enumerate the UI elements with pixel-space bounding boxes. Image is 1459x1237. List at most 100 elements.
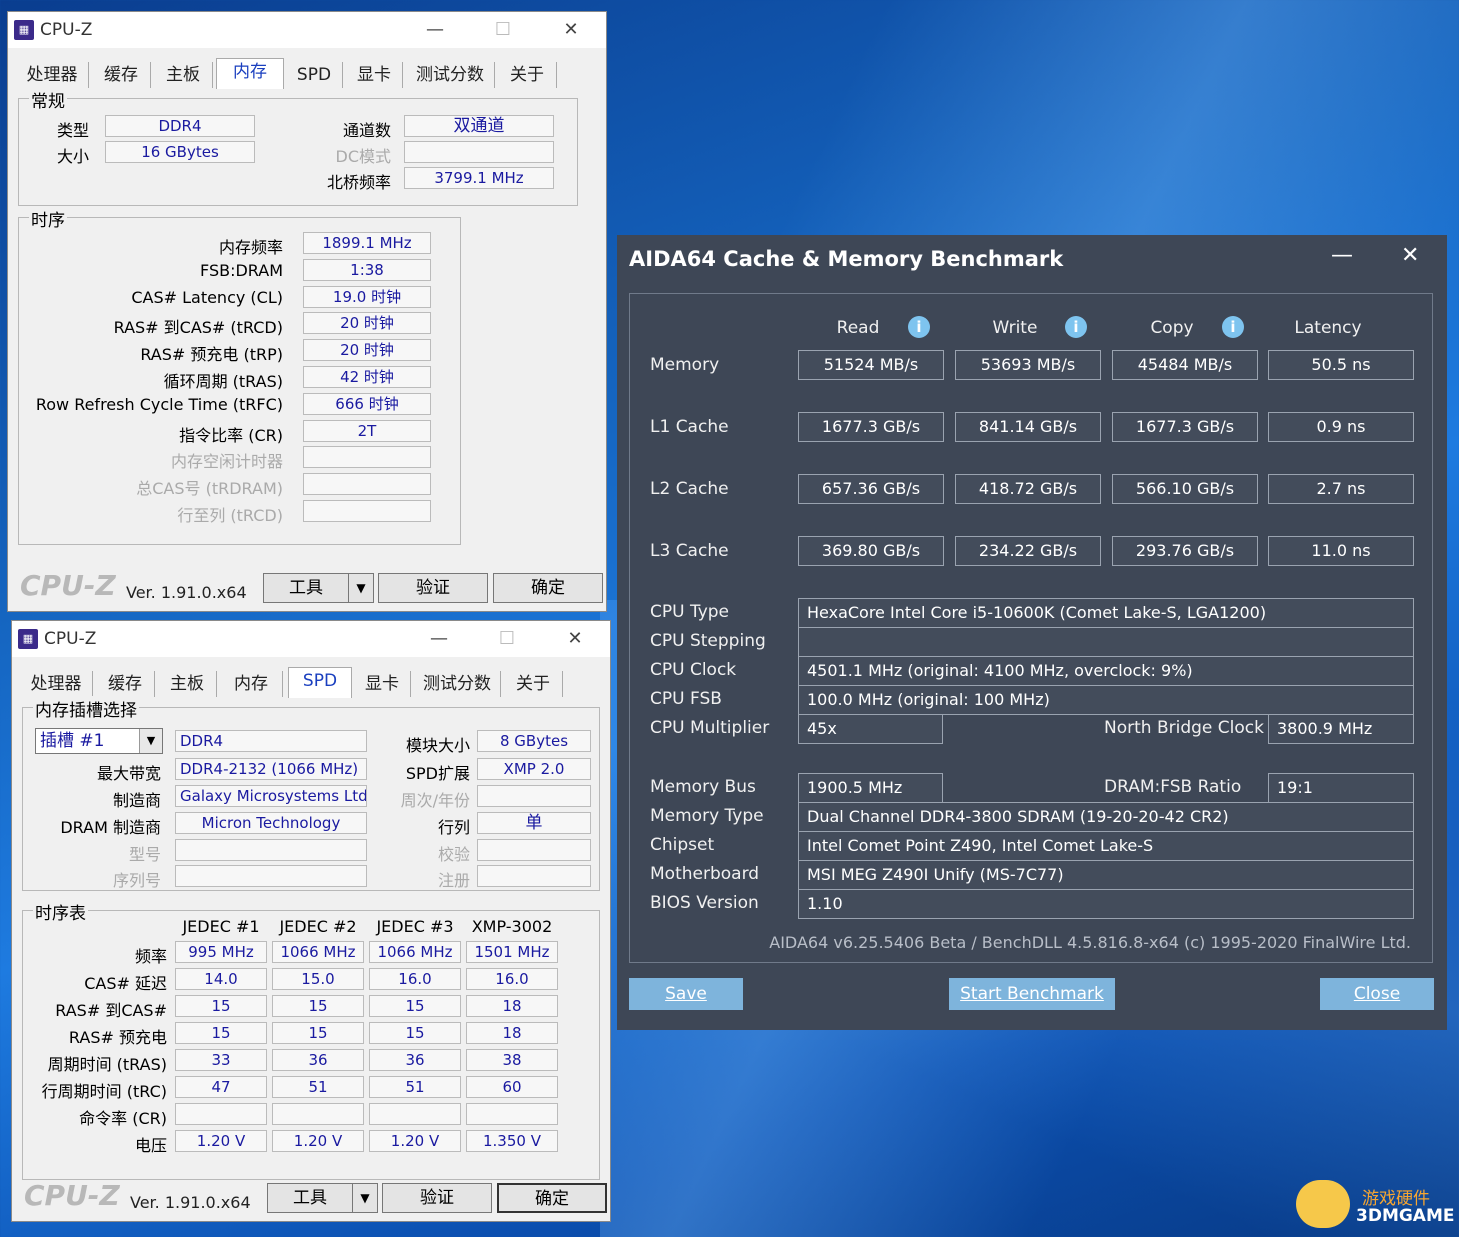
tab-spd[interactable]: SPD [288, 667, 352, 698]
timing-cell: 15 [369, 995, 461, 1017]
bench-value: 369.80 GB/s [798, 536, 944, 566]
correction-value [477, 839, 591, 861]
cpu-fsb-label: CPU FSB [650, 689, 722, 709]
info-icon[interactable]: i [908, 316, 930, 338]
tab-memory[interactable]: 内存 [220, 671, 283, 697]
info-icon[interactable]: i [1065, 316, 1087, 338]
minimize-button[interactable]: — [1331, 243, 1353, 268]
ranks-value: 单 [477, 812, 591, 834]
maximize-button[interactable]: ☐ [480, 16, 526, 44]
tools-button[interactable]: 工具 [267, 1183, 353, 1213]
cpuz-logo: CPU-Z [24, 1179, 120, 1212]
timing-label: RAS# 到CAS# (tRCD) [113, 318, 283, 338]
timing-cell: 15 [369, 1022, 461, 1044]
cpu-type-label: CPU Type [650, 602, 730, 622]
bench-value: 50.5 ns [1268, 350, 1414, 380]
tab-graphics[interactable]: 显卡 [354, 671, 411, 697]
cpu-clock-value: 4501.1 MHz (original: 4100 MHz, overcloc… [798, 656, 1414, 686]
minimize-button[interactable]: — [416, 625, 462, 653]
timing-cell: 15.0 [272, 968, 364, 990]
cpu-fsb-value: 100.0 MHz (original: 100 MHz) [798, 685, 1414, 715]
title-bar[interactable]: ▦ CPU-Z — ☐ ✕ [12, 621, 610, 657]
manufacturer-label: 制造商 [112, 791, 161, 810]
bench-value: 53693 MB/s [955, 350, 1101, 380]
timing-cell: 1066 MHz [272, 941, 364, 963]
slot-panel: 内存插槽选择 插槽 #1 ▼ DDR4 模块大小 8 GBytes 最大带宽 D… [22, 696, 600, 891]
timing-cell: 1501 MHz [466, 941, 558, 963]
validate-button[interactable]: 验证 [382, 1183, 492, 1213]
week-year-label: 周次/年份 [400, 791, 470, 810]
slot-select[interactable]: 插槽 #1 ▼ [35, 728, 163, 754]
timing-cell: 15 [175, 995, 267, 1017]
timing-value: 666 时钟 [303, 392, 431, 415]
close-button[interactable]: ✕ [1401, 243, 1419, 268]
timing-cell: 1.20 V [272, 1130, 364, 1152]
ok-button[interactable]: 确定 [497, 1183, 607, 1213]
general-title: 常规 [29, 87, 67, 112]
type-value: DDR4 [105, 115, 255, 137]
timing-cell: 18 [466, 995, 558, 1017]
timing-cell: 47 [175, 1076, 267, 1098]
tab-memory[interactable]: 内存 [216, 58, 284, 89]
timing-row-label: RAS# 预充电 [68, 1028, 167, 1047]
registered-label: 注册 [437, 871, 470, 890]
tab-cache[interactable]: 缓存 [92, 62, 151, 88]
timing-cell: 38 [466, 1049, 558, 1071]
info-icon[interactable]: i [1222, 316, 1244, 338]
tab-about[interactable]: 关于 [498, 62, 557, 88]
timing-cell: 1066 MHz [369, 941, 461, 963]
nb-clock-label: North Bridge Clock [1104, 718, 1264, 738]
maximize-button[interactable]: ☐ [484, 625, 530, 653]
tools-dropdown-icon[interactable]: ▼ [352, 1183, 378, 1213]
window-title: AIDA64 Cache & Memory Benchmark [629, 247, 1064, 271]
tab-graphics[interactable]: 显卡 [346, 62, 403, 88]
column-header-3: Latency [1294, 318, 1362, 338]
bench-value: 418.72 GB/s [955, 474, 1101, 504]
timing-label: Row Refresh Cycle Time (tRFC) [35, 394, 283, 414]
tab-mainboard[interactable]: 主板 [158, 671, 217, 697]
close-button[interactable]: ✕ [548, 16, 594, 44]
timing-cell [272, 1103, 364, 1125]
timing-cell: 1.350 V [466, 1130, 558, 1152]
start-benchmark-button[interactable]: Start Benchmark [949, 978, 1115, 1010]
tab-bench[interactable]: 测试分数 [406, 62, 495, 88]
tab-about[interactable]: 关于 [504, 671, 563, 697]
bench-value: 2.7 ns [1268, 474, 1414, 504]
ok-button[interactable]: 确定 [493, 573, 603, 603]
timing-label: 总CAS号 (tRDRAM) [136, 479, 283, 499]
timing-row-label: CAS# 延迟 [84, 974, 167, 993]
timing-cell: 36 [369, 1049, 461, 1071]
tab-spd[interactable]: SPD [286, 62, 343, 88]
title-bar[interactable]: ▦ CPU-Z — ☐ ✕ [8, 12, 606, 48]
tab-mainboard[interactable]: 主板 [154, 62, 213, 88]
timing-cell: 18 [466, 1022, 558, 1044]
dram-manufacturer-label: DRAM 制造商 [60, 818, 161, 837]
motherboard-label: Motherboard [650, 864, 760, 884]
nb-freq-value: 3799.1 MHz [404, 167, 554, 189]
minimize-button[interactable]: — [412, 16, 458, 44]
timing-value: 19.0 时钟 [303, 285, 431, 308]
memory-type-label: Memory Type [650, 806, 764, 826]
channels-label: 通道数 [342, 121, 391, 140]
general-panel: 常规 类型 DDR4 大小 16 GBytes 通道数 双通道 DC模式 北桥频… [18, 87, 578, 206]
save-button[interactable]: Save [629, 978, 743, 1010]
tab-cpu[interactable]: 处理器 [20, 671, 93, 697]
close-button[interactable]: ✕ [552, 625, 598, 653]
close-dialog-button[interactable]: Close [1320, 978, 1434, 1010]
timing-row-label: 电压 [134, 1136, 167, 1155]
tab-bench[interactable]: 测试分数 [414, 671, 501, 697]
chevron-down-icon[interactable]: ▼ [139, 729, 162, 753]
tools-button[interactable]: 工具 [263, 573, 349, 603]
validate-button[interactable]: 验证 [378, 573, 488, 603]
memory-bus-value: 1900.5 MHz [798, 773, 943, 803]
tools-dropdown-icon[interactable]: ▼ [348, 573, 374, 603]
timing-label: CAS# Latency (CL) [131, 287, 283, 307]
tab-cpu[interactable]: 处理器 [16, 62, 89, 88]
timing-cell: 16.0 [369, 968, 461, 990]
timing-column-header: XMP-3002 [471, 917, 553, 936]
timing-row-label: 命令率 (CR) [79, 1109, 167, 1128]
tab-cache[interactable]: 缓存 [96, 671, 155, 697]
timing-row-label: 频率 [134, 947, 167, 966]
size-value: 16 GBytes [105, 141, 255, 163]
bench-value: 566.10 GB/s [1112, 474, 1258, 504]
